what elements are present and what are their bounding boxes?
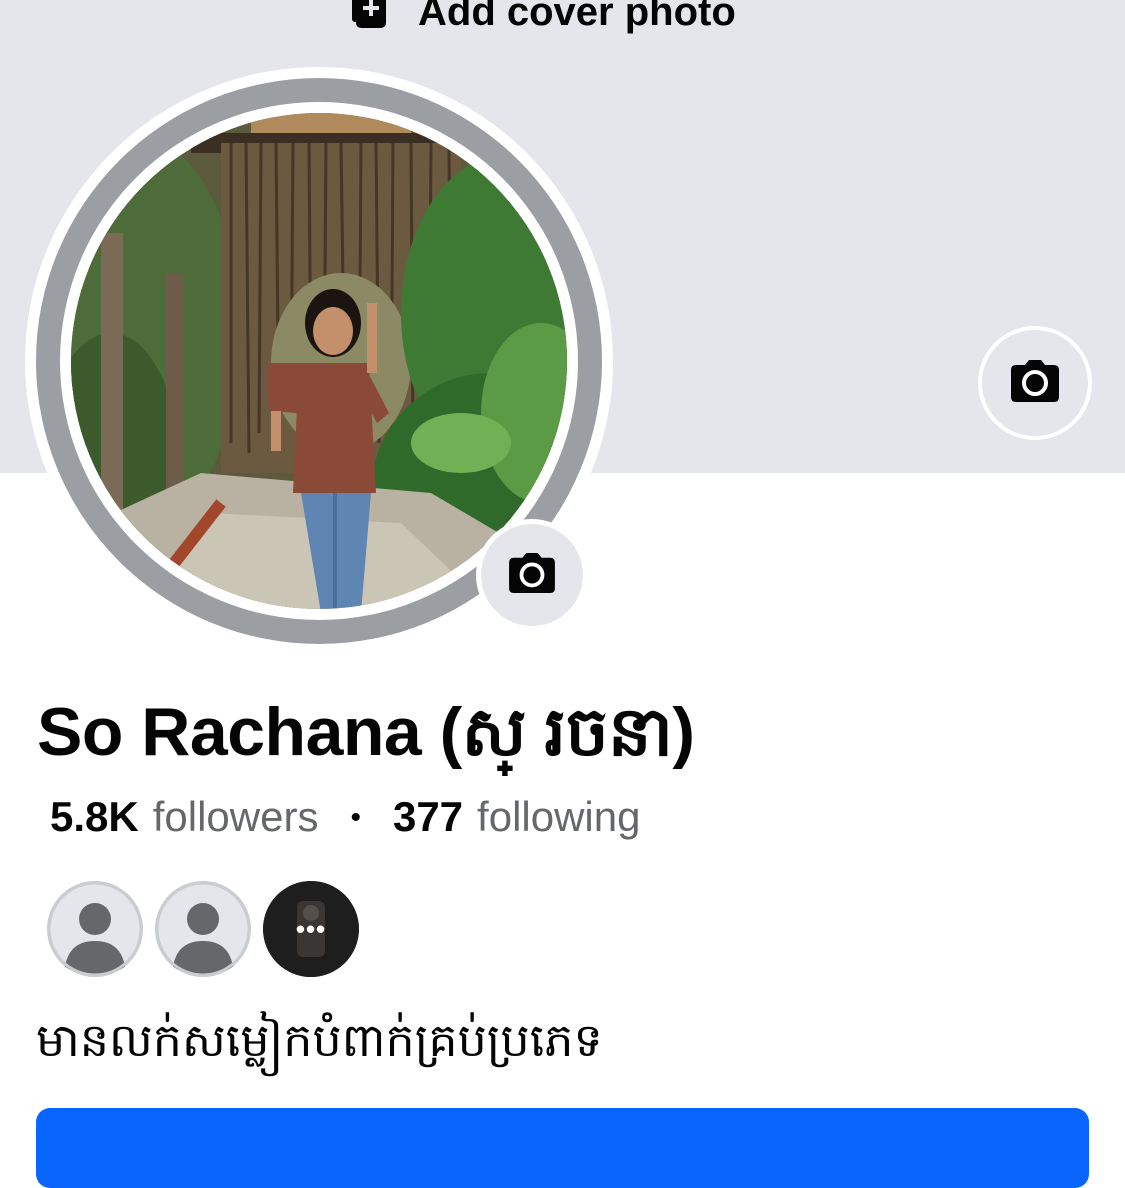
profile-bio: មានលក់សម្លៀកបំពាក់គ្រប់ប្រភេទ (36, 1013, 603, 1067)
profile-name: So Rachana (ស្ រចនា) (37, 694, 695, 770)
followers-label[interactable]: followers (153, 793, 319, 841)
follow-stats: 5.8K followers • 377 following (50, 793, 640, 841)
add-cover-photo-button[interactable]: Add cover photo (352, 0, 736, 42)
stats-separator: • (350, 801, 361, 834)
following-count[interactable]: 377 (393, 793, 463, 841)
profile-photo-image (71, 113, 567, 609)
add-photo-icon (352, 0, 392, 39)
edit-cover-camera-button[interactable] (982, 330, 1088, 436)
camera-icon (507, 552, 557, 599)
more-friends-button[interactable]: ••• (263, 881, 359, 977)
primary-action-button[interactable] (36, 1108, 1089, 1188)
camera-icon (1009, 359, 1061, 408)
mutual-friends-row: ••• (47, 881, 359, 977)
add-cover-photo-label: Add cover photo (418, 0, 736, 34)
default-avatar-icon (47, 881, 143, 977)
default-avatar-icon (155, 881, 251, 977)
followers-count[interactable]: 5.8K (50, 793, 139, 841)
edit-profile-picture-camera-button[interactable] (481, 524, 583, 626)
friend-avatar[interactable] (155, 881, 251, 977)
friend-avatar[interactable] (47, 881, 143, 977)
more-icon: ••• (295, 913, 327, 944)
following-label[interactable]: following (477, 793, 640, 841)
